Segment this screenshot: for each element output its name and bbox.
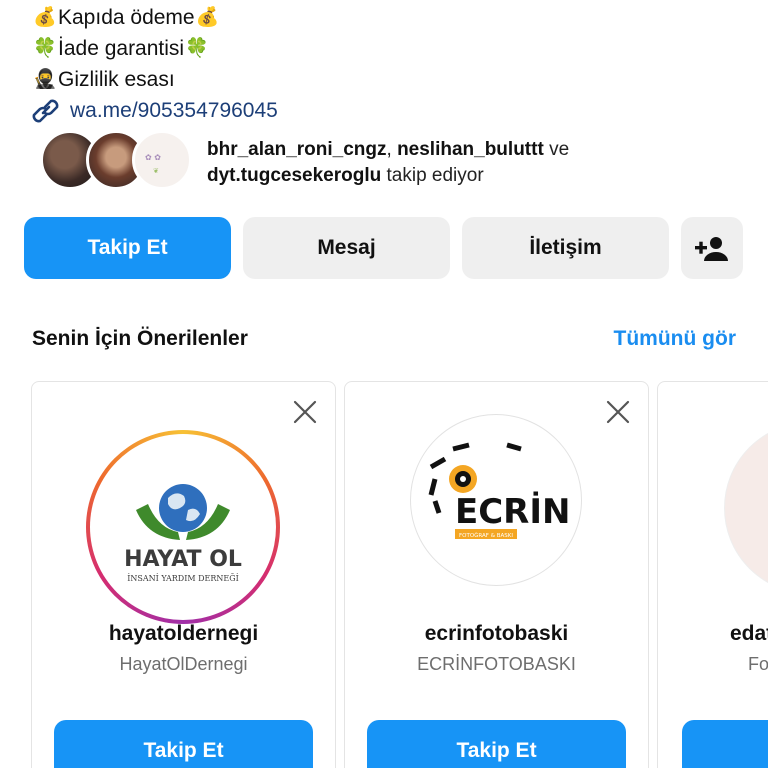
clover-icon: 🍀 [185, 37, 209, 59]
avatar-logo-text: ❦ [153, 168, 159, 175]
bio-line-privacy: 🥷 Gizlilik esası [32, 64, 278, 95]
ninja-icon: 🥷 [33, 68, 57, 90]
suggestion-username[interactable]: ecrinfotobaski [345, 622, 648, 646]
whatsapp-link-text[interactable]: wa.me/905354796045 [70, 95, 278, 126]
profile-actions: Takip Et Mesaj İletişim [24, 217, 743, 279]
add-person-icon [695, 237, 728, 261]
follow-button[interactable]: Takip Et [367, 720, 626, 768]
suggestion-fullname: Fo [748, 654, 768, 674]
suggestion-fullname: ECRİNFOTOBASKI [417, 654, 576, 674]
suggestion-fullname: HayatOlDernegi [119, 654, 248, 674]
separator: , [386, 139, 398, 160]
suggestions-title: Senin İçin Önerilenler [32, 327, 248, 350]
bio-text-return: İade garantisi [58, 37, 185, 60]
suggestion-card[interactable]: edat Fo [657, 381, 768, 768]
bio-link[interactable]: wa.me/905354796045 [32, 95, 278, 126]
follow-suffix: takip ediyor [381, 165, 484, 186]
follower-username[interactable]: dyt.tugcesekeroglu [207, 165, 381, 186]
suggestion-card[interactable]: HAYAT OL İNSANİ YARDIM DERNEĞİ hayatolde… [31, 381, 336, 768]
avatar[interactable] [724, 422, 768, 594]
profile-bio: 💰 Kapıda ödeme 💰 🍀 İade garantisi 🍀 🥷 Gi… [32, 2, 278, 126]
message-button[interactable]: Mesaj [243, 217, 450, 279]
avatar: ✿ ✿ ❦ [132, 130, 192, 190]
link-icon [32, 99, 59, 122]
logo-sub-text: FOTOĞRAF & BASKI [459, 532, 513, 539]
follow-button[interactable] [682, 720, 768, 768]
close-icon[interactable] [604, 398, 632, 426]
see-all-link[interactable]: Tümünü gör [614, 327, 736, 351]
contact-button[interactable]: İletişim [462, 217, 669, 279]
mutual-followers-avatars[interactable]: ✿ ✿ ❦ [40, 130, 192, 190]
money-bag-icon: 💰 [33, 6, 57, 28]
logo-sub-text: İNSANİ YARDIM DERNEĞİ [127, 574, 239, 583]
avatar[interactable]: HAYAT OL İNSANİ YARDIM DERNEĞİ [86, 430, 280, 624]
money-bag-icon: 💰 [195, 6, 220, 28]
avatar-logo-text: ✿ ✿ [145, 153, 161, 162]
follow-button[interactable]: Takip Et [54, 720, 313, 768]
suggestion-username[interactable]: edat [730, 622, 768, 646]
bio-line-payment: 💰 Kapıda ödeme 💰 [32, 2, 278, 33]
hayat-ol-logo: HAYAT OL İNSANİ YARDIM DERNEĞİ [124, 484, 242, 583]
follow-button[interactable]: Takip Et [24, 217, 231, 279]
conjunction: ve [543, 139, 570, 160]
avatar[interactable]: ECRİN FOTOĞRAF & BASKI [410, 414, 582, 586]
ecrin-logo: ECRİN FOTOĞRAF & BASKI [428, 442, 570, 539]
close-icon[interactable] [291, 398, 319, 426]
logo-main-text: ECRİN [455, 491, 570, 532]
follower-username[interactable]: bhr_alan_roni_cngz [207, 139, 387, 160]
bio-text-privacy: Gizlilik esası [58, 68, 175, 91]
logo-main-text: HAYAT OL [124, 547, 242, 572]
clover-icon: 🍀 [33, 37, 57, 59]
suggestion-card[interactable]: ECRİN FOTOĞRAF & BASKI ecrinfotobaski EC… [344, 381, 649, 768]
bio-line-return: 🍀 İade garantisi 🍀 [32, 33, 278, 64]
bio-text-payment: Kapıda ödeme [58, 6, 195, 29]
suggestion-username[interactable]: hayatoldernegi [32, 622, 335, 646]
follower-username[interactable]: neslihan_buluttt [397, 139, 544, 160]
mutual-followers-text[interactable]: bhr_alan_roni_cngz, neslihan_buluttt ve … [207, 137, 727, 189]
suggest-users-button[interactable] [681, 217, 743, 279]
